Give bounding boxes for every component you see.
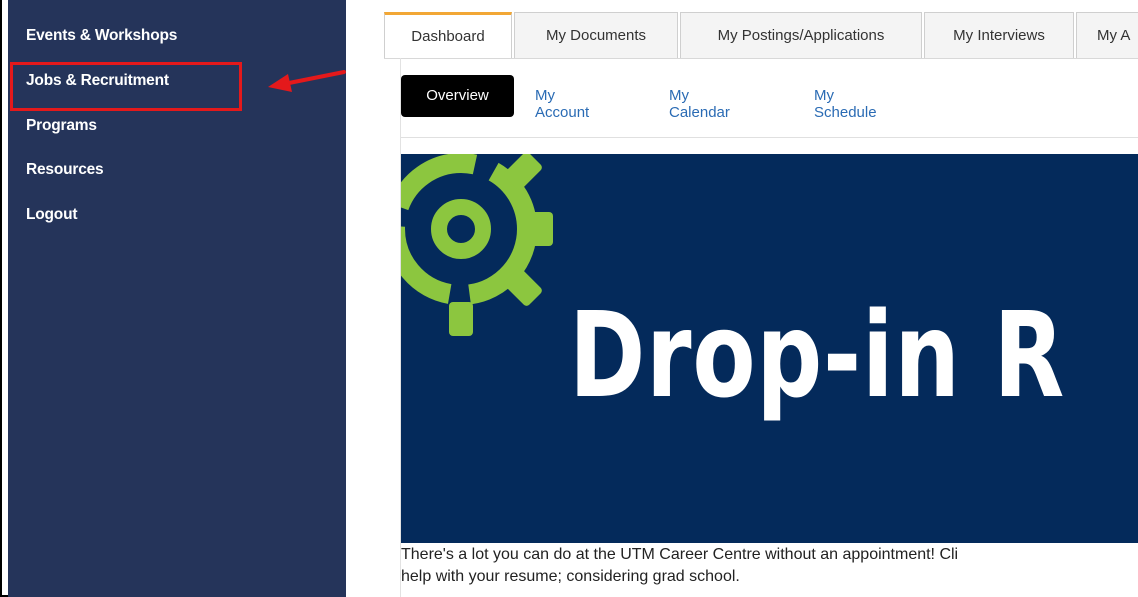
banner-description: There's a lot you can do at the UTM Care…: [401, 544, 1138, 588]
tab-my-documents[interactable]: My Documents: [514, 12, 678, 59]
sidebar-item-events-workshops[interactable]: Events & Workshops: [26, 27, 177, 45]
description-line-1: There's a lot you can do at the UTM Care…: [401, 546, 959, 563]
content-panel: Overview My Account My Calendar My Sched…: [400, 58, 1138, 597]
highlight-box: [10, 62, 242, 111]
subnav-my-calendar[interactable]: My Calendar: [669, 87, 730, 121]
subnav-overview[interactable]: Overview: [401, 75, 514, 117]
drop-in-banner[interactable]: Drop-in R: [401, 154, 1138, 543]
subnav-my-schedule[interactable]: My Schedule: [814, 87, 877, 121]
annotation-arrow-icon: [268, 70, 346, 92]
tab-my-interviews[interactable]: My Interviews: [924, 12, 1074, 59]
subnav-my-account[interactable]: My Account: [535, 87, 589, 121]
sidebar-item-programs[interactable]: Programs: [26, 117, 97, 135]
sidebar-item-resources[interactable]: Resources: [26, 161, 104, 179]
description-line-2: help with your resume; considering grad …: [401, 568, 740, 585]
tab-dashboard[interactable]: Dashboard: [384, 12, 512, 59]
subnav-divider: [401, 137, 1138, 138]
tab-my-postings-applications[interactable]: My Postings/Applications: [680, 12, 922, 59]
sidebar-item-logout[interactable]: Logout: [26, 206, 78, 224]
tab-my-a[interactable]: My A: [1076, 12, 1138, 59]
banner-title: Drop-in R: [569, 286, 1066, 424]
main-area: Dashboard My Documents My Postings/Appli…: [346, 0, 1138, 597]
